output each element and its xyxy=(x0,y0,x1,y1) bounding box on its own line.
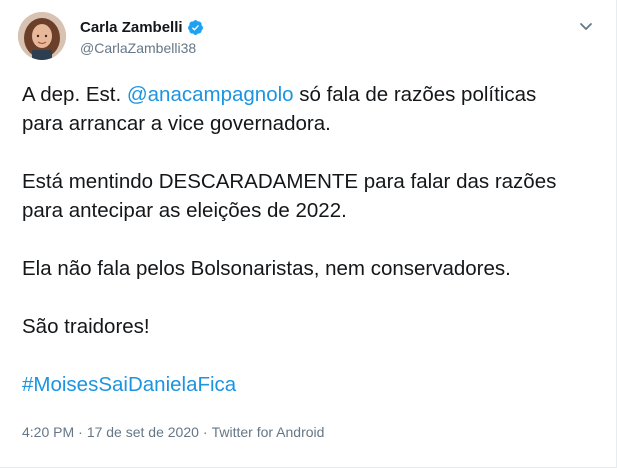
text-segment: A dep. Est. xyxy=(22,83,127,106)
chevron-down-icon[interactable] xyxy=(576,16,596,36)
tweet-paragraph-3: Ela não fala pelos Bolsonaristas, nem co… xyxy=(22,254,602,283)
separator: · xyxy=(78,424,83,440)
text-segment: Está mentindo DESCARADAMENTE para falar … xyxy=(22,170,557,193)
mention-link[interactable]: @anacampagnolo xyxy=(127,83,294,106)
tweet-paragraph-5: #MoisesSaiDanielaFica xyxy=(22,370,602,399)
avatar-image xyxy=(18,12,66,60)
tweet-metadata: 4:20 PM · 17 de set de 2020 · Twitter for An… xyxy=(22,424,324,440)
tweet-source[interactable]: Twitter for Android xyxy=(212,424,325,440)
tweet-text: A dep. Est. @anacampagnolo só fala de ra… xyxy=(22,80,602,428)
text-segment: só fala de razões políticas xyxy=(293,83,537,106)
tweet-header: Carla Zambelli @CarlaZambelli38 xyxy=(18,12,598,62)
tweet-paragraph-2: Está mentindo DESCARADAMENTE para falar … xyxy=(22,167,602,225)
text-segment: para antecipar as eleições de 2022. xyxy=(22,199,347,222)
text-segment: para arrancar a vice governadora. xyxy=(22,112,331,135)
avatar[interactable] xyxy=(18,12,66,60)
tweet-paragraph-1: A dep. Est. @anacampagnolo só fala de ra… xyxy=(22,80,602,138)
author-names: Carla Zambelli @CarlaZambelli38 xyxy=(80,17,204,56)
verified-badge-icon xyxy=(187,19,204,36)
user-handle[interactable]: @CarlaZambelli38 xyxy=(80,40,204,56)
text-segment: São traidores! xyxy=(22,315,150,338)
display-name[interactable]: Carla Zambelli xyxy=(80,19,183,36)
tweet-date[interactable]: 17 de set de 2020 xyxy=(87,424,199,440)
display-name-row: Carla Zambelli xyxy=(80,17,204,37)
tweet-time[interactable]: 4:20 PM xyxy=(22,424,74,440)
tweet-paragraph-4: São traidores! xyxy=(22,312,602,341)
hashtag-link[interactable]: #MoisesSaiDanielaFica xyxy=(22,373,236,396)
text-segment: Ela não fala pelos Bolsonaristas, nem co… xyxy=(22,257,511,280)
separator: · xyxy=(202,424,208,440)
tweet-card: Carla Zambelli @CarlaZambelli38 A dep. E… xyxy=(0,0,617,468)
